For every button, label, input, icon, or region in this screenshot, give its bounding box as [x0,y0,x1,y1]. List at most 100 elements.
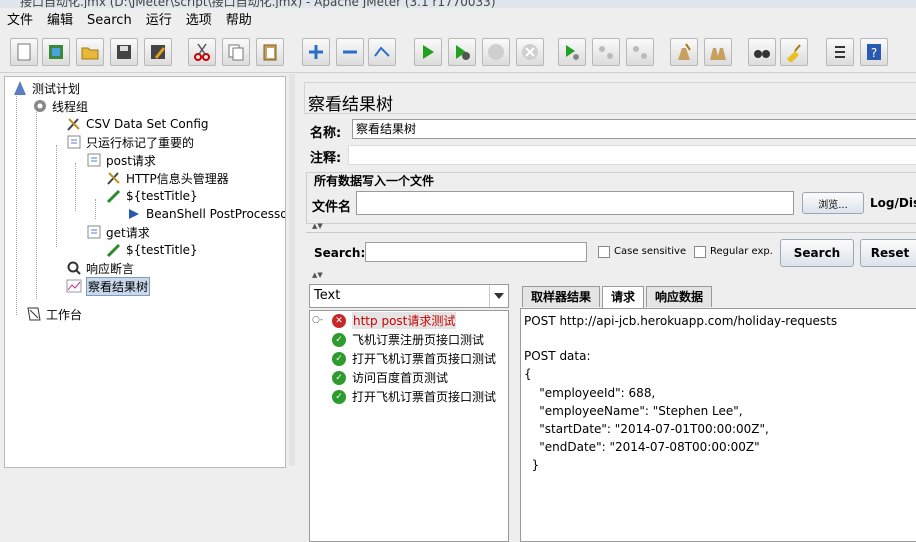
remote-stop-button[interactable] [592,38,620,66]
start-no-pause-button[interactable] [448,38,476,66]
case-sensitive-checkbox[interactable] [598,246,610,258]
function-helper-button[interactable] [826,38,854,66]
browse-button[interactable]: 浏览... [802,192,864,214]
tree-node-view-results-tree[interactable]: 察看结果树 [65,276,151,296]
copy-icon [228,44,244,61]
start-icon [423,45,434,59]
tab-sampler-result[interactable]: 取样器结果 [522,286,601,307]
renderer-select[interactable]: Text [309,284,509,308]
menu-search[interactable]: Search [80,8,139,34]
tree-node-label: 响应断言 [86,261,135,276]
tree-node-http-header-manager[interactable]: HTTP信息头管理器 [105,169,229,187]
tree-node-test-plan[interactable]: 测试计划 [11,79,80,97]
result-tabs: 取样器结果 请求 响应数据 [522,286,714,309]
menu-bar: 文件 编辑 Search 运行 选项 帮助 [0,8,916,34]
passed-icon: ✓ [332,370,346,385]
tab-request[interactable]: 请求 [602,286,645,309]
result-item[interactable]: ✕ http post请求测试 [332,311,457,330]
save-as-button[interactable] [144,38,172,66]
passed-icon: ✓ [332,332,346,347]
remote-start-button[interactable] [558,38,586,66]
result-label: 打开飞机订票首页接口测试 [352,390,497,404]
clear-button[interactable] [670,38,698,66]
help-button[interactable]: ? [860,38,888,66]
assertion-icon [65,259,83,277]
filename-label: 文件名 [312,200,352,215]
result-item[interactable]: ✓ 打开飞机订票首页接口测试 [332,349,496,368]
expand-button[interactable] [302,38,330,66]
menu-run[interactable]: 运行 [139,8,179,34]
regex-checkbox[interactable] [694,246,706,258]
remote-shutdown-button[interactable] [626,38,654,66]
request-line: "employeeId": 688, [524,386,656,400]
tree-node-workbench[interactable]: 工作台 [25,305,82,323]
result-item[interactable]: ✓ 飞机订票注册页接口测试 [332,330,484,349]
tree-node-label: HTTP信息头管理器 [126,171,229,186]
new-icon [17,43,31,61]
pane-splitter[interactable] [289,74,295,466]
name-field[interactable]: 察看结果树 [352,119,916,139]
menu-help[interactable]: 帮助 [219,8,259,34]
copy-button[interactable] [222,38,250,66]
new-button[interactable] [10,38,38,66]
clear-all-button[interactable] [704,38,732,66]
toggle-button[interactable] [368,38,396,66]
collapse-button[interactable] [336,38,364,66]
tree-node-label: ${testTitle} [126,189,198,203]
request-detail[interactable]: POST http://api-jcb.herokuapp.com/holida… [520,308,916,542]
clear-all-icon [710,48,726,60]
controller-icon [65,133,83,151]
tree-connector [56,145,57,247]
shutdown-button[interactable] [516,38,544,66]
paste-button[interactable] [256,38,284,66]
tree-node-label: post请求 [106,153,156,168]
tree-node-response-assertion[interactable]: 响应断言 [65,259,134,277]
filename-field[interactable] [356,191,794,215]
tree-node-beanshell-postprocessor[interactable]: BeanShell PostProcessor [125,205,286,223]
search-input[interactable] [365,242,587,262]
result-item[interactable]: ✓ 打开飞机订票首页接口测试 [332,387,496,406]
tree-connector [75,163,76,211]
tree-node-label: 工作台 [46,307,83,322]
stop-button[interactable] [482,38,510,66]
menu-options[interactable]: 选项 [179,8,219,34]
result-item[interactable]: ✓ 访问百度首页测试 [332,368,448,387]
templates-button[interactable] [42,38,70,66]
window-title: 接口自动化.jmx (D:\JMeter\script\接口自动化.jmx) -… [20,0,496,8]
tree-node-csv-data-set-config[interactable]: CSV Data Set Config [65,115,209,133]
result-label: 访问百度首页测试 [352,371,449,385]
tree-handle[interactable]: ○- [312,315,323,325]
tab-response-data[interactable]: 响应数据 [646,286,713,307]
save-button[interactable] [110,38,138,66]
toolbar: ? [0,34,916,73]
tree-connector [36,109,37,299]
collapse-arrows[interactable]: ▲▼ [312,271,323,279]
tree-node-if-controller[interactable]: 只运行标记了重要的 [65,133,194,151]
help-icon: ? [867,44,881,60]
open-button[interactable] [76,38,104,66]
search-button[interactable]: Search [780,239,854,267]
tree-node-label: BeanShell PostProcessor [146,207,286,221]
menu-file[interactable]: 文件 [0,8,40,34]
tree-node-get-sampler[interactable]: ${testTitle} [105,241,198,259]
start-button[interactable] [414,38,442,66]
tree-node-get-request[interactable]: get请求 [85,223,150,241]
cut-button[interactable] [188,38,216,66]
paste-icon [263,44,277,61]
remote-start-icon [566,45,579,60]
comment-field[interactable] [348,145,916,165]
request-line: } [524,458,540,472]
tree-node-thread-group[interactable]: 线程组 [31,97,88,115]
tree-node-post-request[interactable]: post请求 [85,151,156,169]
failed-icon: ✕ [332,313,346,328]
shutdown-icon [522,44,538,60]
stop-icon [488,44,504,60]
tree-node-post-sampler[interactable]: ${testTitle} [105,187,198,205]
open-icon [81,47,99,60]
menu-edit[interactable]: 编辑 [40,8,80,34]
write-to-file-title: 所有数据写入一个文件 [314,174,435,188]
reset-button[interactable]: Reset [860,239,916,267]
reset-search-button[interactable] [780,38,808,66]
collapse-arrows[interactable]: ▲▼ [312,222,323,230]
search-button-toolbar[interactable] [748,38,776,66]
